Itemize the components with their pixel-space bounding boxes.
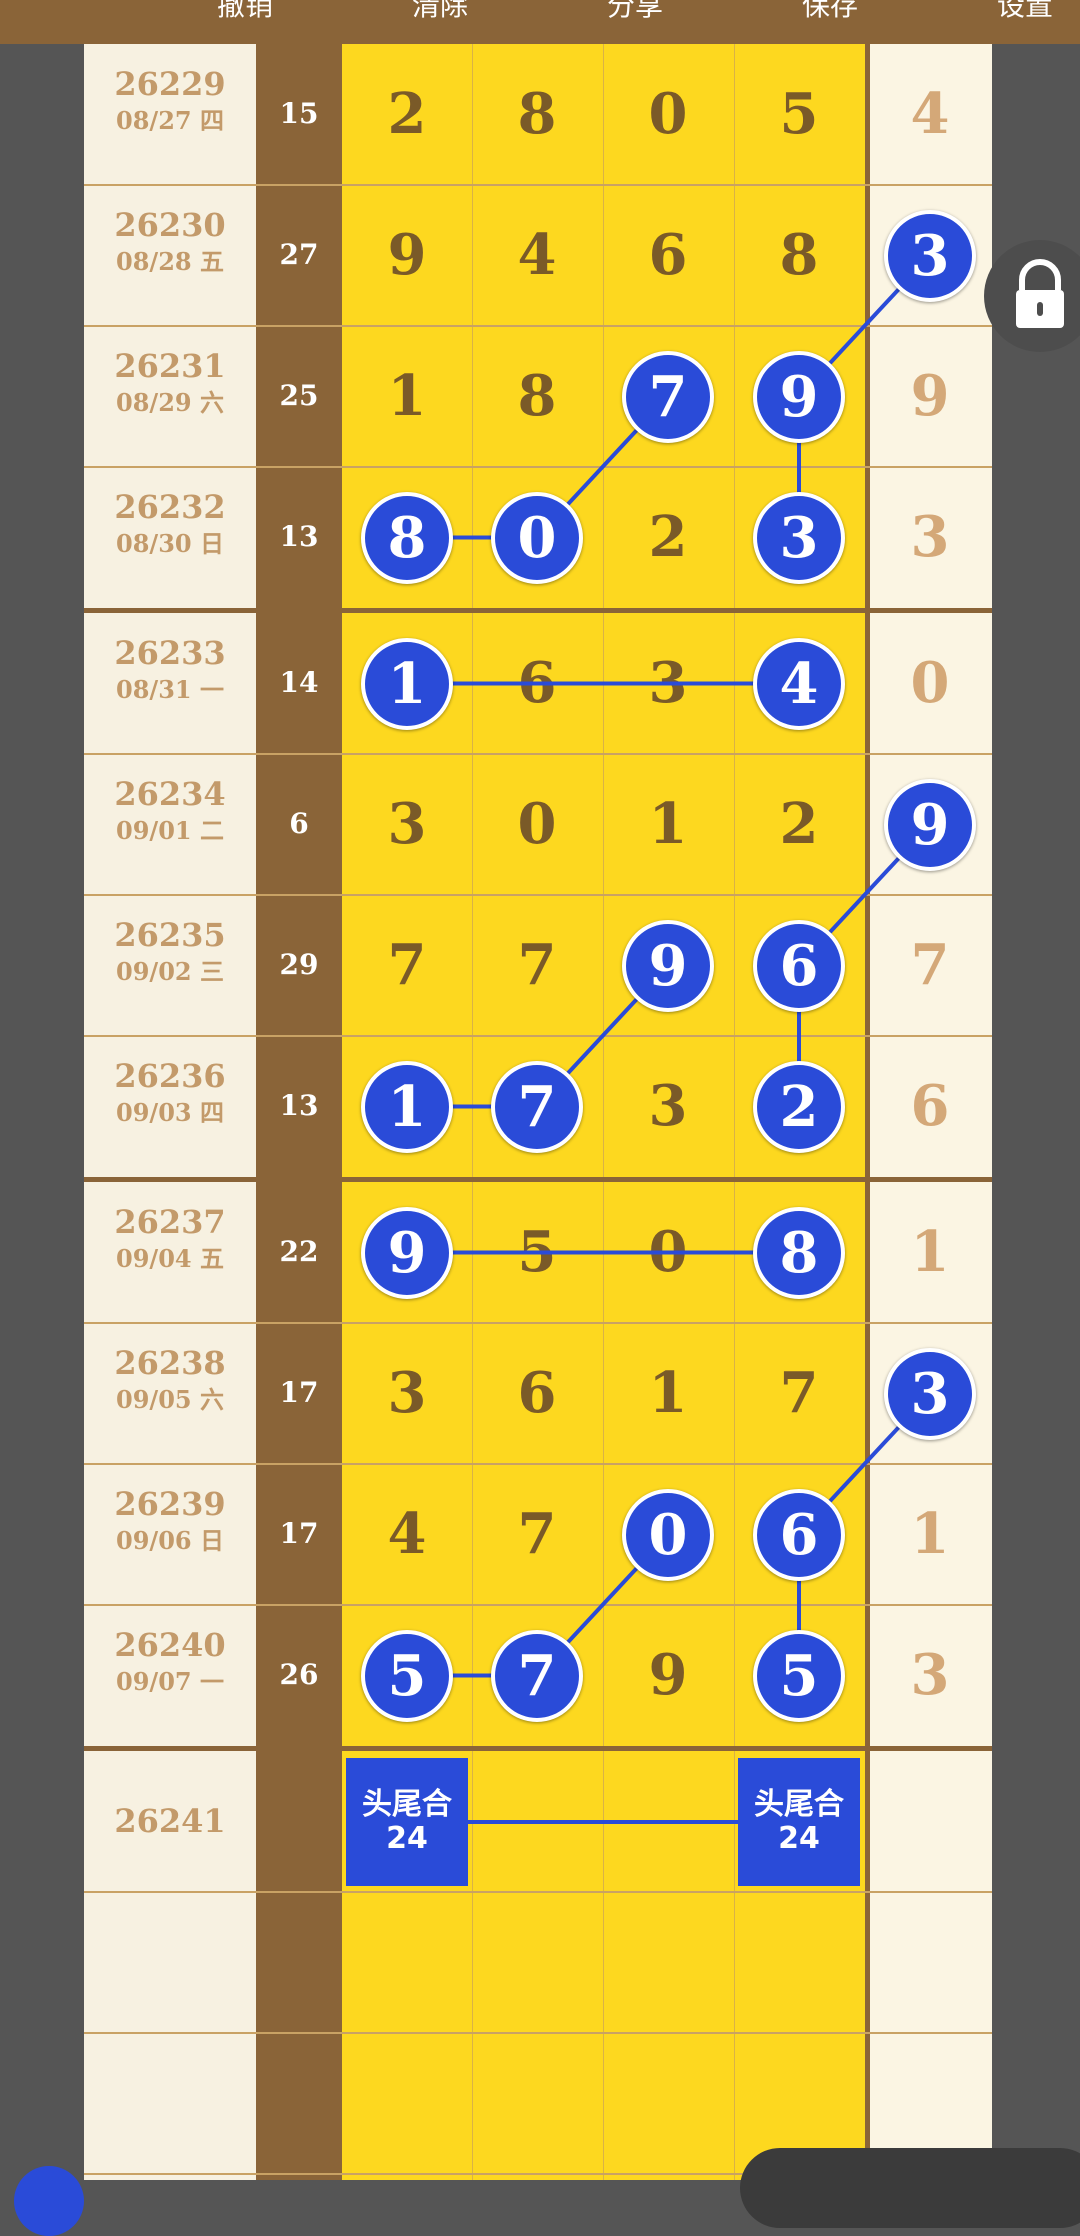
digit-ball[interactable]: 1	[361, 1060, 453, 1153]
share-button[interactable]: 分享	[580, 0, 690, 26]
digit-ball[interactable]: 8	[753, 1206, 845, 1299]
lock-icon	[1016, 259, 1064, 328]
save-button[interactable]: 保存	[775, 0, 885, 26]
digit-ball[interactable]: 1	[361, 637, 453, 730]
clear-button[interactable]: 清除	[385, 0, 495, 26]
head-tail-sum-box-left[interactable]: 头尾合 24	[346, 1758, 468, 1886]
digit-ball[interactable]: 6	[753, 919, 845, 1012]
digit-ball[interactable]: 5	[361, 1629, 453, 1722]
digit-ball[interactable]: 0	[622, 1488, 714, 1581]
head-tail-sum-box-right[interactable]: 头尾合 24	[738, 1758, 860, 1886]
bottom-floating-bar[interactable]	[740, 2148, 1080, 2228]
trend-board: 26229 08/27 四 15 2 8 0 5 4 26230 08/28 五 27 9 4 6 8 262…	[0, 44, 1080, 2180]
undo-button[interactable]: 撤销	[190, 0, 300, 26]
digit-ball[interactable]: 8	[361, 491, 453, 584]
digit-ball[interactable]: 0	[491, 491, 583, 584]
digit-ball[interactable]: 9	[622, 919, 714, 1012]
lock-button[interactable]	[984, 240, 1080, 352]
digit-ball[interactable]: 5	[753, 1629, 845, 1722]
digit-ball[interactable]: 7	[491, 1629, 583, 1722]
tail-ball[interactable]: 3	[884, 209, 976, 302]
digit-ball[interactable]: 9	[361, 1206, 453, 1299]
tail-ball[interactable]: 9	[884, 778, 976, 871]
digit-ball[interactable]: 3	[753, 491, 845, 584]
digit-ball[interactable]: 2	[753, 1060, 845, 1153]
digit-ball[interactable]: 9	[753, 350, 845, 443]
toolbar: 撤销 清除 分享 保存 设置	[0, 0, 1080, 44]
settings-button[interactable]: 设置	[970, 0, 1080, 26]
floating-action-button[interactable]	[14, 2166, 84, 2236]
next-issue-number: 26241	[114, 1802, 226, 1840]
tail-ball[interactable]: 3	[884, 1347, 976, 1440]
digit-ball[interactable]: 7	[491, 1060, 583, 1153]
digit-ball[interactable]: 6	[753, 1488, 845, 1581]
digit-ball[interactable]: 4	[753, 637, 845, 730]
digit-ball[interactable]: 7	[622, 350, 714, 443]
